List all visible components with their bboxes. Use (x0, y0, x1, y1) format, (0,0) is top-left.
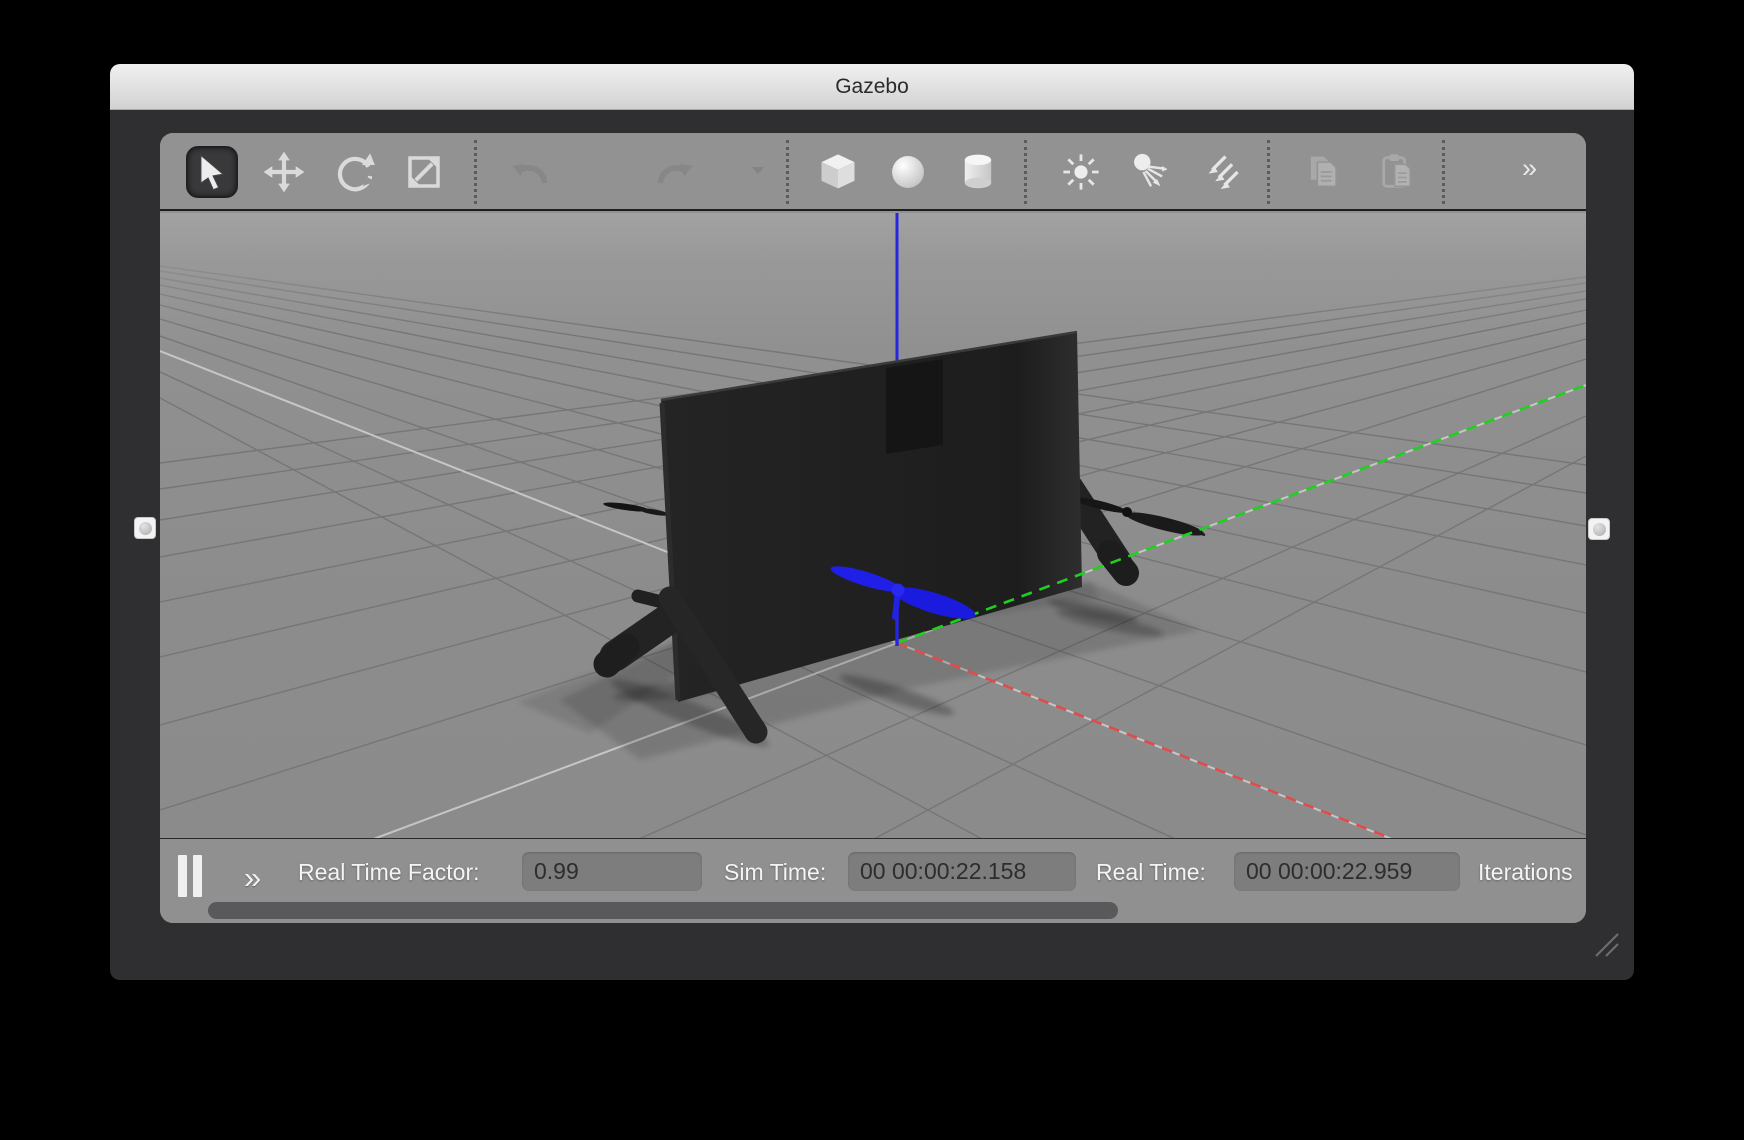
pause-button[interactable] (178, 855, 208, 897)
desktop-background: Gazebo (0, 0, 1744, 1140)
insert-point-light-button[interactable] (1055, 146, 1107, 198)
toolbar-separator (1024, 140, 1027, 204)
sim-time-field[interactable]: 00 00:00:22.158 (848, 852, 1076, 891)
undo-history-caret-icon[interactable] (750, 163, 766, 177)
toolbar-separator (474, 140, 477, 204)
select-tool-button[interactable] (186, 146, 238, 198)
cube-icon (816, 150, 860, 194)
rotate-arrows-icon (334, 151, 376, 193)
wing-elevon (886, 359, 943, 454)
pause-icon (193, 855, 202, 897)
viewport-3d[interactable] (160, 213, 1586, 838)
copy-icon (1302, 150, 1346, 194)
window-title: Gazebo (110, 64, 1634, 110)
resize-grip-icon[interactable] (1592, 932, 1622, 958)
undo-button[interactable] (504, 146, 556, 198)
splitter-grip-icon (139, 522, 152, 535)
insert-sphere-button[interactable] (882, 146, 934, 198)
move-arrows-icon (263, 151, 305, 193)
insert-box-button[interactable] (812, 146, 864, 198)
toolbar-separator (1267, 140, 1270, 204)
toolbar-separator (786, 140, 789, 204)
redo-button[interactable] (649, 146, 701, 198)
spot-light-icon (1128, 150, 1172, 194)
cursor-arrow-icon (192, 152, 232, 192)
real-time-label: Real Time: (1096, 853, 1206, 891)
scale-tool-button[interactable] (398, 146, 450, 198)
real-time-factor-label: Real Time Factor: (298, 853, 480, 891)
insert-directional-light-button[interactable] (1194, 146, 1246, 198)
point-light-icon (1059, 150, 1103, 194)
translate-tool-button[interactable] (258, 146, 310, 198)
gazebo-window: Gazebo (110, 64, 1634, 980)
paste-button[interactable] (1372, 146, 1424, 198)
undo-arrow-icon (508, 150, 552, 194)
main-panel: » (160, 133, 1586, 923)
copy-button[interactable] (1298, 146, 1350, 198)
directional-light-icon (1198, 150, 1242, 194)
iterations-label: Iterations (1478, 853, 1573, 891)
real-time-factor-field[interactable]: 0.99 (522, 852, 702, 891)
scale-arrows-icon (403, 151, 445, 193)
rotate-tool-button[interactable] (329, 146, 381, 198)
sphere-icon (886, 150, 930, 194)
time-panel: » Real Time Factor: 0.99 Sim Time: 00 00… (160, 838, 1586, 923)
splitter-grip-icon (1593, 523, 1606, 536)
pause-icon (178, 855, 187, 897)
sim-time-label: Sim Time: (724, 853, 826, 891)
right-splitter-handle[interactable] (1588, 518, 1610, 540)
cylinder-icon (956, 150, 1000, 194)
insert-cylinder-button[interactable] (952, 146, 1004, 198)
real-time-field[interactable]: 00 00:00:22.959 (1234, 852, 1460, 891)
step-button[interactable]: » (244, 863, 258, 893)
toolbar-separator (1442, 140, 1445, 204)
toolbar: » (160, 133, 1586, 211)
horizontal-scrollbar-handle[interactable] (208, 902, 1118, 919)
redo-arrow-icon (653, 150, 697, 194)
insert-spot-light-button[interactable] (1124, 146, 1176, 198)
left-splitter-handle[interactable] (134, 517, 156, 539)
toolbar-overflow-button[interactable]: » (1522, 153, 1535, 184)
paste-icon (1376, 150, 1420, 194)
scene-canvas (160, 213, 1586, 838)
